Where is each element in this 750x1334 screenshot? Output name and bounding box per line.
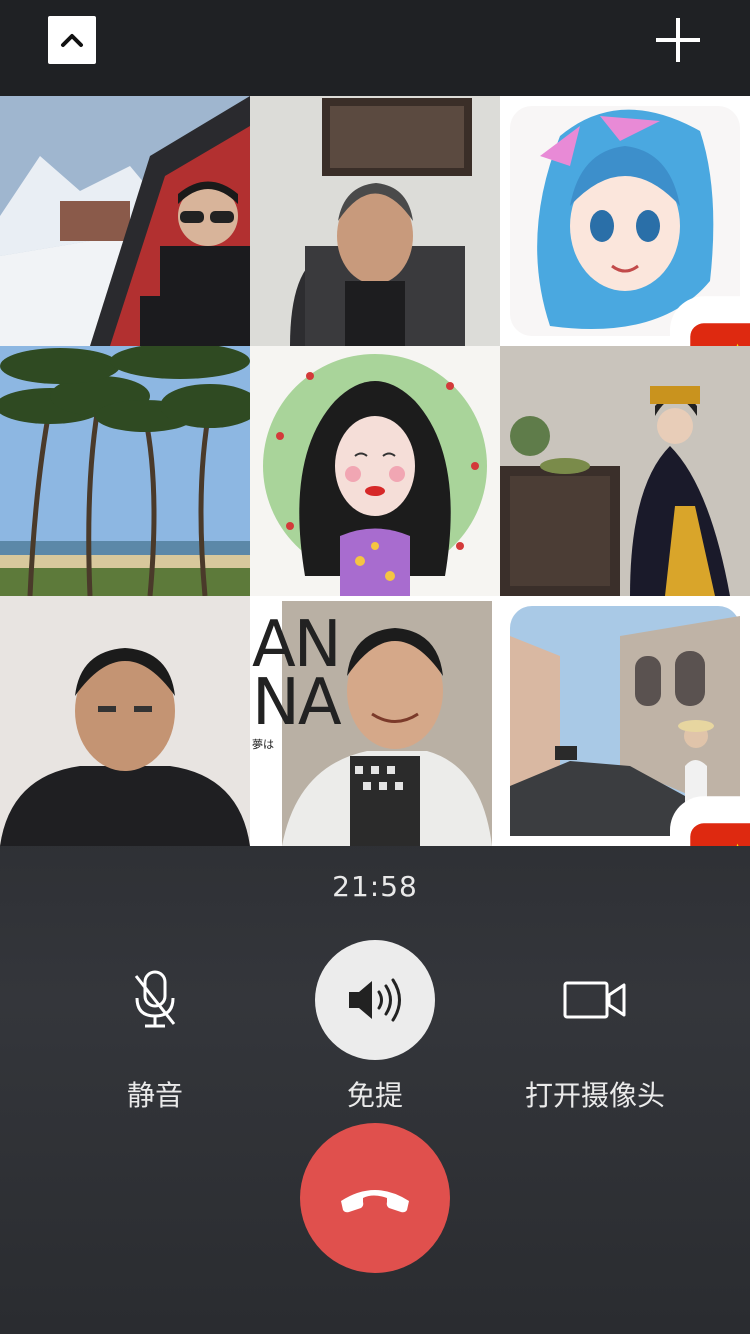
microphone-icon bbox=[134, 970, 176, 1028]
participant-tile[interactable] bbox=[0, 96, 250, 346]
add-participant-button[interactable] bbox=[654, 16, 702, 64]
participant-tile[interactable]: AN NA 夢は bbox=[250, 596, 500, 846]
camera-button[interactable]: 打开摄像头 bbox=[485, 940, 705, 1114]
participant-avatar bbox=[250, 96, 500, 346]
participant-tile[interactable] bbox=[250, 96, 500, 346]
poster-line-2: NA bbox=[252, 666, 342, 740]
mute-button[interactable]: 静音 bbox=[45, 940, 265, 1114]
participant-avatar bbox=[0, 96, 250, 346]
participant-tile[interactable] bbox=[500, 96, 750, 346]
collapse-button[interactable] bbox=[48, 16, 96, 64]
speaker-button[interactable]: 免提 bbox=[265, 940, 485, 1114]
participant-tile[interactable] bbox=[250, 346, 500, 596]
china-flag-badge bbox=[670, 776, 750, 846]
speaker-label: 免提 bbox=[346, 1079, 403, 1112]
china-flag-badge bbox=[670, 276, 750, 346]
hangup-button[interactable] bbox=[300, 1123, 450, 1273]
participant-tile[interactable] bbox=[500, 596, 750, 846]
participant-avatar bbox=[250, 346, 500, 596]
poster-small-text: 夢は bbox=[252, 738, 274, 751]
participant-tile[interactable] bbox=[0, 596, 250, 846]
participant-tile[interactable] bbox=[500, 346, 750, 596]
call-timer: 21:58 bbox=[332, 870, 418, 903]
mute-label: 静音 bbox=[126, 1079, 183, 1112]
poster-text: AN NA 夢は bbox=[252, 613, 342, 752]
participant-avatar bbox=[0, 596, 250, 846]
participant-avatar bbox=[500, 346, 750, 596]
participant-avatar bbox=[0, 346, 250, 596]
participant-grid: AN NA 夢は bbox=[0, 96, 750, 846]
china-flag-icon bbox=[670, 796, 750, 846]
top-bar bbox=[0, 0, 750, 96]
phone-hangup-icon bbox=[341, 1190, 409, 1213]
plus-icon bbox=[656, 18, 700, 62]
video-camera-icon bbox=[563, 981, 626, 1019]
speaker-icon bbox=[349, 978, 401, 1022]
china-flag-icon bbox=[670, 296, 750, 346]
chevron-up-icon bbox=[61, 34, 83, 47]
camera-label: 打开摄像头 bbox=[524, 1079, 665, 1112]
participant-tile[interactable] bbox=[0, 346, 250, 596]
